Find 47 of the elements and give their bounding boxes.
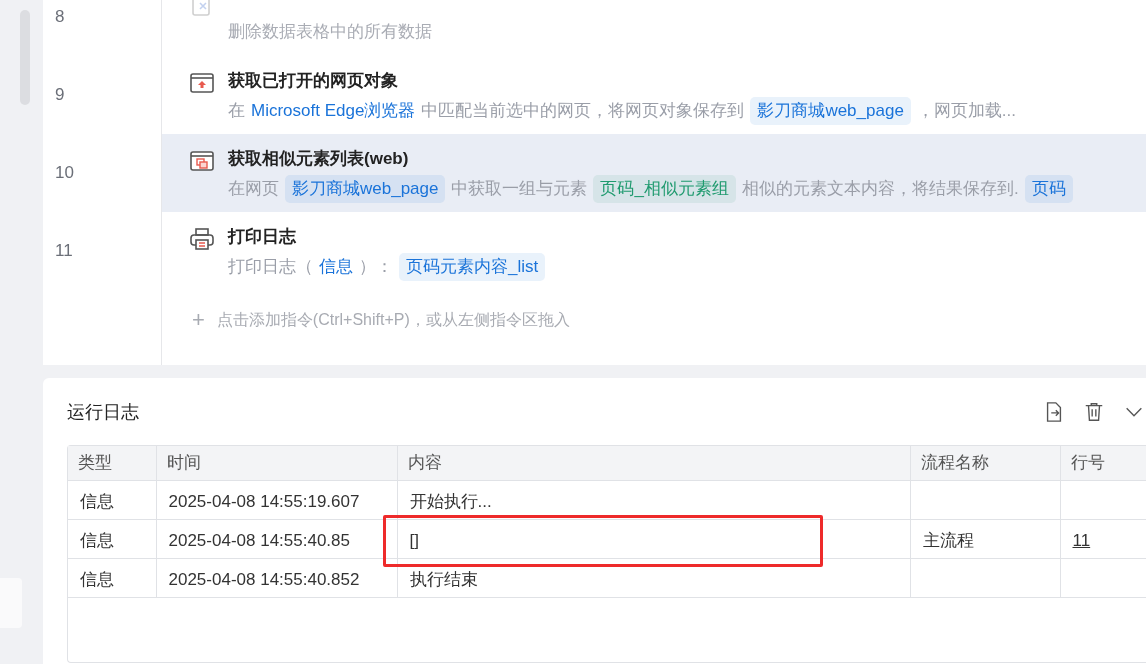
table-cell: [] (409, 530, 419, 550)
table-cell: 执行结束 (409, 569, 478, 589)
variable-tag[interactable]: 页码元素内容_list (399, 253, 546, 281)
step-description: 删除数据表格中的所有数据 (228, 21, 432, 43)
step-description: 中匹配当前选中的网页，将网页对象保存到 (421, 100, 745, 122)
step-description: 打印日志（ (228, 256, 313, 278)
step-item[interactable]: 获取已打开的网页对象 在 Microsoft Edge浏览器 中匹配当前选中的网页，将网页对象保存到 影刀商城web_page ，网页加载... (162, 56, 1146, 134)
column-header[interactable]: 行号 (1060, 446, 1146, 480)
column-header[interactable]: 流程名称 (910, 446, 1060, 480)
line-number: 8 (55, 6, 65, 29)
step-description: ）： (359, 256, 393, 278)
variable-tag[interactable]: 页码_相似元素组 (593, 175, 736, 203)
variable-tag[interactable]: 影刀商城web_page (285, 175, 446, 203)
table-cell: 2025-04-08 14:55:40.85 (168, 530, 350, 550)
trash-icon[interactable] (1083, 401, 1105, 423)
step-description: 中获取一组与元素 (451, 178, 588, 200)
variable-tag[interactable]: 影刀商城web_page (750, 97, 911, 125)
variable-link[interactable]: 信息 (319, 254, 353, 280)
column-header[interactable]: 类型 (68, 446, 156, 480)
table-cell: 主流程 (922, 530, 974, 550)
line-number: 11 (55, 240, 73, 263)
column-header[interactable]: 内容 (397, 446, 910, 480)
step-title: 打印日志 (228, 226, 297, 248)
table-cell: 信息 (80, 491, 114, 511)
printer-icon (190, 228, 214, 250)
table-cell: 信息 (80, 569, 114, 589)
line-link[interactable]: 11 (1072, 530, 1091, 550)
browser-copy-icon (190, 150, 214, 172)
table-cell: 开始执行... (409, 491, 492, 511)
line-number: 10 (55, 162, 74, 185)
step-item[interactable]: 获取相似元素列表(web) 在网页 影刀商城web_page 中获取一组与元素 页码_相似元素组 相似的元素文本内容，将结果保存到. 页码 (162, 134, 1146, 212)
step-description: 在 (228, 100, 245, 122)
step-title: 获取已打开的网页对象 (228, 70, 399, 92)
step-description: 相似的元素文本内容，将结果保存到. (741, 178, 1019, 200)
step-description: ，网页加载... (916, 100, 1017, 122)
panel-title: 运行日志 (67, 400, 140, 424)
step-item[interactable]: 打印日志 打印日志（ 信息 ）： 页码元素内容_list (162, 212, 1146, 290)
line-number: 9 (55, 84, 65, 107)
column-header[interactable]: 时间 (156, 446, 397, 480)
table-cell: 2025-04-08 14:55:19.607 (168, 491, 360, 511)
variable-tag[interactable]: 页码 (1024, 175, 1073, 203)
variable-link[interactable]: Microsoft Edge浏览器 (251, 98, 416, 124)
table-cell: 信息 (80, 530, 114, 550)
table-cell: 2025-04-08 14:55:40.852 (168, 569, 360, 589)
browser-icon (190, 72, 214, 94)
step-title: 获取相似元素列表(web) (228, 148, 410, 170)
step-description: 在网页 (228, 178, 279, 200)
